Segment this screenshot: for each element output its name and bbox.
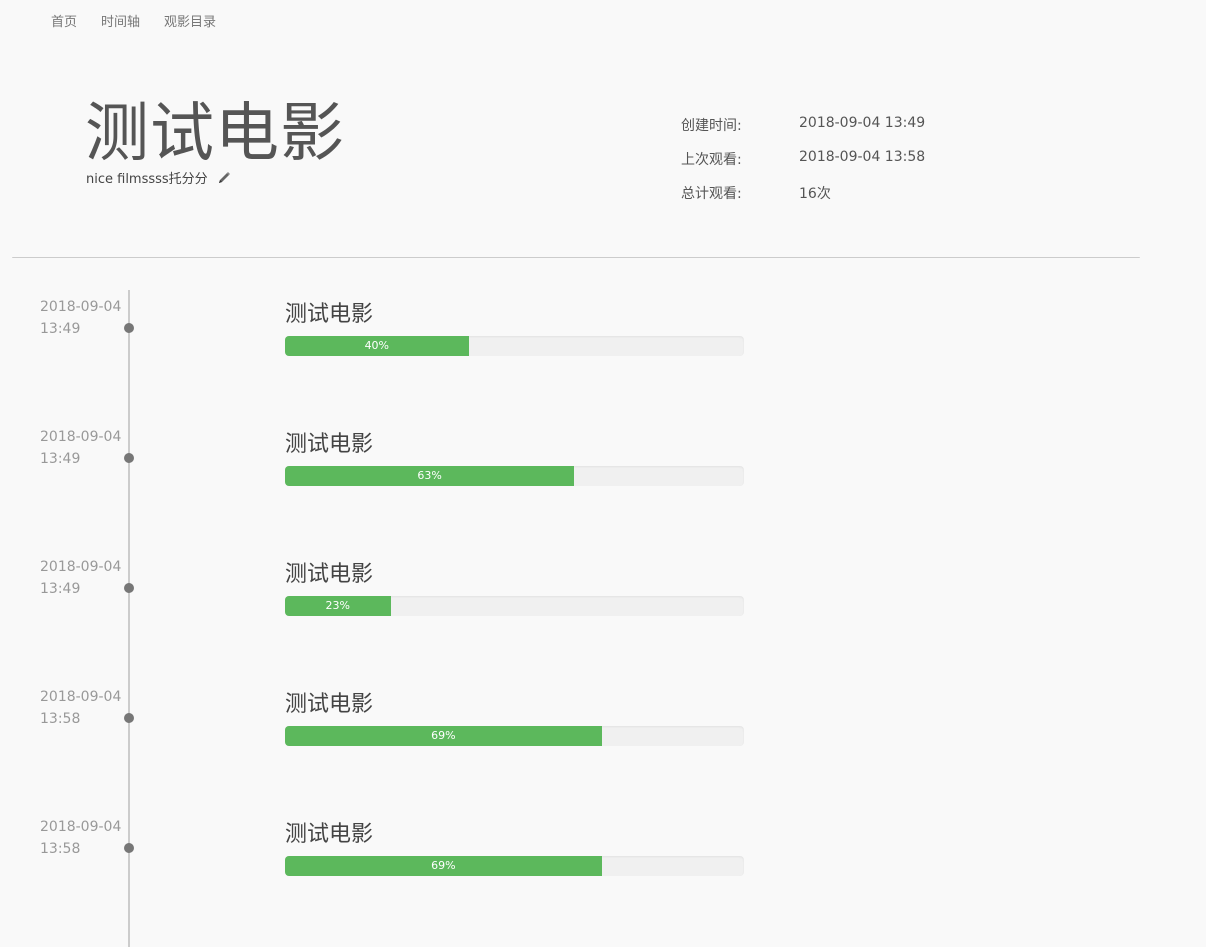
- entry-time: 13:49: [40, 581, 81, 597]
- page-title: 测试电影: [85, 97, 345, 171]
- meta-row-last-watched: 上次观看: 2018-09-04 13:58: [681, 149, 925, 183]
- entry-time: 13:49: [40, 321, 81, 337]
- progress-bar: 69%: [285, 726, 602, 746]
- header-divider: [12, 257, 1140, 258]
- timeline-dot: [124, 453, 134, 463]
- progress-track: 40%: [285, 336, 744, 356]
- timeline-dot: [124, 583, 134, 593]
- film-description: nice filmssss托分分: [86, 168, 232, 187]
- progress-bar: 69%: [285, 856, 602, 876]
- timeline-entry: 2018-09-04 13:49 测试电影 23%: [0, 556, 760, 636]
- entry-time: 13:49: [40, 451, 81, 467]
- timeline-entry: 2018-09-04 13:58 测试电影 69%: [0, 816, 760, 896]
- entry-timestamp: 2018-09-04 13:49: [40, 426, 121, 470]
- timeline-dot: [124, 323, 134, 333]
- timeline-dot: [124, 843, 134, 853]
- entry-time: 13:58: [40, 841, 81, 857]
- entry-date: 2018-09-04: [40, 819, 122, 835]
- nav-timeline[interactable]: 时间轴: [101, 11, 140, 30]
- progress-bar: 23%: [285, 596, 391, 616]
- entry-timestamp: 2018-09-04 13:49: [40, 556, 121, 600]
- entry-title[interactable]: 测试电影: [285, 556, 373, 588]
- meta-key: 创建时间:: [681, 118, 742, 134]
- progress-track: 69%: [285, 856, 744, 876]
- description-text: nice filmssss托分分: [86, 172, 208, 187]
- pencil-icon[interactable]: [216, 170, 232, 186]
- timeline-dot: [124, 713, 134, 723]
- progress-track: 63%: [285, 466, 744, 486]
- nav-home[interactable]: 首页: [51, 11, 77, 30]
- top-nav: 首页 时间轴 观影目录: [51, 11, 216, 30]
- meta-value: 2018-09-04 13:49: [799, 115, 926, 131]
- meta-value: 16次: [799, 186, 831, 202]
- meta-key: 上次观看:: [681, 152, 742, 168]
- meta-row-total-views: 总计观看: 16次: [681, 183, 925, 217]
- timeline-entry: 2018-09-04 13:58 测试电影 69%: [0, 686, 760, 766]
- progress-bar: 40%: [285, 336, 469, 356]
- entry-title[interactable]: 测试电影: [285, 816, 373, 848]
- progress-bar: 63%: [285, 466, 575, 486]
- entry-date: 2018-09-04: [40, 429, 122, 445]
- entry-timestamp: 2018-09-04 13:58: [40, 816, 121, 860]
- entry-title[interactable]: 测试电影: [285, 686, 373, 718]
- entry-title[interactable]: 测试电影: [285, 426, 373, 458]
- nav-catalog[interactable]: 观影目录: [164, 11, 216, 30]
- entry-timestamp: 2018-09-04 13:58: [40, 686, 121, 730]
- entry-timestamp: 2018-09-04 13:49: [40, 296, 121, 340]
- entry-date: 2018-09-04: [40, 689, 122, 705]
- entry-date: 2018-09-04: [40, 299, 122, 315]
- entry-time: 13:58: [40, 711, 81, 727]
- timeline-entry: 2018-09-04 13:49 测试电影 40%: [0, 296, 760, 376]
- progress-track: 23%: [285, 596, 744, 616]
- meta-key: 总计观看:: [681, 186, 742, 202]
- progress-track: 69%: [285, 726, 744, 746]
- entry-title[interactable]: 测试电影: [285, 296, 373, 328]
- timeline-entry: 2018-09-04 13:49 测试电影 63%: [0, 426, 760, 506]
- film-meta: 创建时间: 2018-09-04 13:49 上次观看: 2018-09-04 …: [681, 115, 925, 217]
- meta-row-created: 创建时间: 2018-09-04 13:49: [681, 115, 925, 149]
- meta-value: 2018-09-04 13:58: [799, 149, 926, 165]
- entry-date: 2018-09-04: [40, 559, 122, 575]
